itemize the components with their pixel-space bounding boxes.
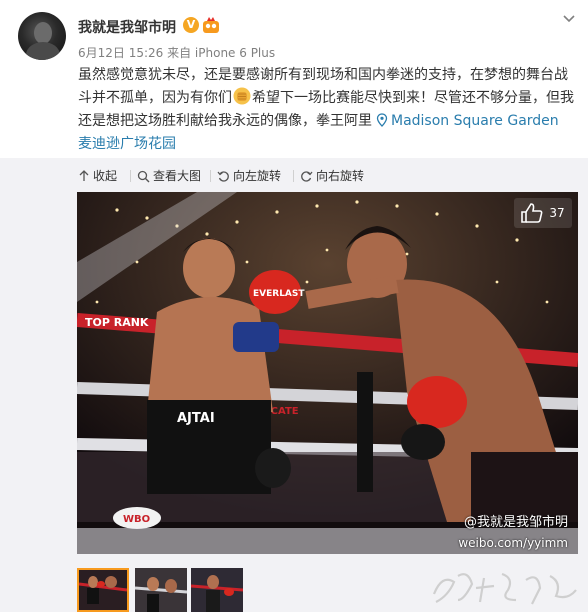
location-link-cn[interactable]: 麦迪逊广场花园 <box>78 136 176 152</box>
post-meta: 6月12日 15:26 来自 iPhone 6 Plus <box>78 46 276 60</box>
post-header: 我就是我邹市明 V 6月12日 15:26 来自 iPhone 6 Plus <box>0 0 588 70</box>
thumbs-up-icon <box>521 203 543 223</box>
rotate-left-icon <box>217 170 229 182</box>
thumbnail-3[interactable] <box>191 568 243 612</box>
thumbnail-2[interactable] <box>135 568 187 612</box>
rotate-right-button[interactable]: 向右旋转 <box>300 168 364 184</box>
rope-sponsor-text: TOP RANK <box>85 316 149 329</box>
post-photo[interactable]: TOP RANK TECATE AJTAI EVERLAST WBO 37 @我… <box>77 192 578 554</box>
rotate-right-icon <box>301 170 313 182</box>
search-icon <box>137 170 150 182</box>
location-pin-icon <box>376 113 388 127</box>
media-toolbar: 收起 查看大图 向左旋转 向右旋转 <box>0 158 588 192</box>
thumbnail-image <box>79 570 127 610</box>
thumbnail-image <box>191 568 243 612</box>
like-count: 37 <box>549 206 565 220</box>
location-link[interactable]: Madison Square Garden <box>391 113 559 129</box>
photo-watermark-handle: @我就是我邹市明 <box>463 515 568 530</box>
avatar[interactable] <box>18 12 66 60</box>
rotate-left-button[interactable]: 向左旋转 <box>217 168 281 184</box>
chevron-down-icon[interactable] <box>562 12 576 26</box>
thumbnail-1[interactable] <box>77 568 129 612</box>
fan-badge-icon[interactable] <box>202 16 220 34</box>
thumbnail-image <box>135 568 187 612</box>
glove-brand-text: EVERLAST <box>253 289 305 299</box>
media-panel: 收起 查看大图 向左旋转 向右旋转 TOP RANK TECATE AJTAI … <box>0 158 588 612</box>
site-watermark-logo <box>432 572 577 605</box>
photo-watermark-url: weibo.com/yyimm <box>458 536 568 550</box>
toolbar-divider <box>210 170 211 182</box>
wbo-badge-text: WBO <box>123 514 150 525</box>
toolbar-divider <box>130 170 131 182</box>
boxing-photo-image: TOP RANK TECATE AJTAI EVERLAST WBO <box>77 192 578 554</box>
collapse-button[interactable]: 收起 <box>78 168 117 184</box>
verified-icon: V <box>183 17 199 33</box>
collapse-label: 收起 <box>93 169 118 183</box>
trunks-text: AJTAI <box>177 411 215 426</box>
rotate-left-label: 向左旋转 <box>233 169 282 183</box>
like-button[interactable]: 37 <box>514 198 572 228</box>
view-large-label: 查看大图 <box>153 169 202 183</box>
fist-icon <box>233 87 251 105</box>
username[interactable]: 我就是我邹市明 <box>78 17 176 37</box>
rotate-right-label: 向右旋转 <box>316 169 365 183</box>
post-text: 虽然感觉意犹未尽，还是要感谢所有到现场和国内拳迷的支持，在梦想的舞台战斗并不孤单… <box>78 64 578 156</box>
view-large-button[interactable]: 查看大图 <box>137 168 201 184</box>
collapse-arrow-icon <box>79 170 89 181</box>
toolbar-divider <box>293 170 294 182</box>
